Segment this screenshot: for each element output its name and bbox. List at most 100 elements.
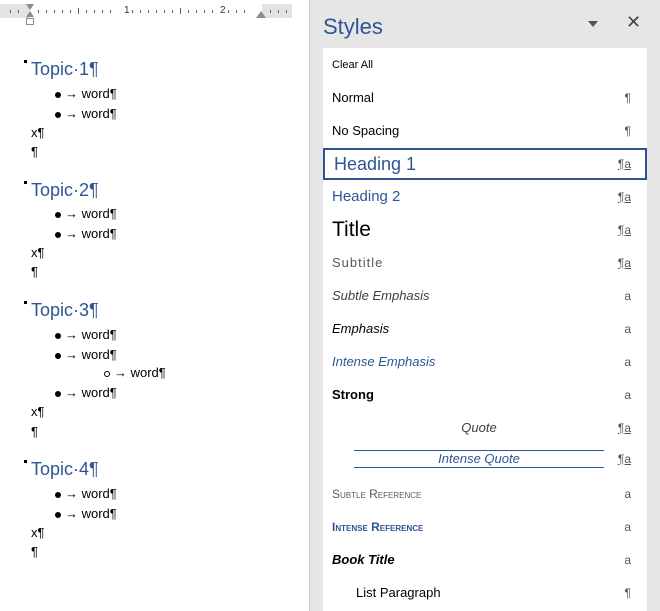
list-item[interactable]: → word¶ [55,106,117,121]
heading-topic[interactable]: Topic·1¶ [31,59,99,80]
list-item[interactable]: → word¶ [55,486,117,501]
list-item[interactable]: → word¶ [55,86,117,101]
ruler-tick [102,10,103,13]
ruler-number-1: 1 [124,5,130,16]
list-item-text: → word¶ [114,365,166,380]
ruler[interactable]: 1 2 [0,4,292,25]
ruler-tick [110,10,111,13]
ruler-tick [10,10,11,13]
list-item[interactable]: → word¶ [55,206,117,221]
ruler-tick [278,10,279,13]
bullet-icon [55,352,61,359]
character-style-icon: a [624,553,631,567]
styles-pane: Styles ✕ Clear All Normal ¶ No Spacing ¶ Head… [309,0,660,611]
paragraph-line[interactable]: x¶ [31,125,44,140]
style-item-title[interactable]: Title ¶a [323,216,647,244]
style-item-heading-1[interactable]: Heading 1 ¶a [323,148,647,180]
style-item-label: Quote [461,420,497,435]
circle-bullet-icon [104,370,110,377]
paragraph-line[interactable]: x¶ [31,525,44,540]
ruler-tick [270,10,271,13]
paragraph-line[interactable]: ¶ [31,264,38,279]
bullet-icon [55,211,61,218]
ruler-number-2: 2 [220,5,226,16]
ruler-tick [180,8,181,14]
style-item-emphasis[interactable]: Emphasis a [323,316,647,342]
style-item-strong[interactable]: Strong a [323,382,647,408]
ruler-tick [196,10,197,13]
ruler-tick [172,10,173,13]
style-item-intense-emphasis[interactable]: Intense Emphasis a [323,349,647,375]
ruler-tick [70,10,71,13]
list-item-text: → word¶ [65,106,117,121]
ruler-tick [78,8,79,14]
style-item-no-spacing[interactable]: No Spacing ¶ [323,118,647,144]
ruler-tick [286,10,287,13]
list-item-text: → word¶ [65,327,117,342]
character-style-icon: a [624,289,631,303]
bullet-icon [55,231,61,238]
style-item-label: Normal [332,90,374,105]
heading-topic[interactable]: Topic·3¶ [31,300,99,321]
style-item-normal[interactable]: Normal ¶ [323,85,647,111]
style-item-subtitle[interactable]: Subtitle ¶a [323,250,647,276]
list-item[interactable]: → word¶ [55,506,117,521]
paragraph-anchor-mark [24,301,27,304]
heading-topic[interactable]: Topic·2¶ [31,180,99,201]
right-indent-marker[interactable] [256,11,266,18]
ruler-tick [62,10,63,13]
style-item-intense-quote[interactable]: Intense Quote ¶a [323,446,647,472]
list-item[interactable]: → word¶ [55,226,117,241]
style-item-quote[interactable]: Quote ¶a [323,415,647,441]
first-line-indent-marker[interactable] [26,4,34,10]
style-item-label: Subtle Reference [332,487,422,501]
pane-options-chevron-down-icon[interactable] [588,21,598,27]
list-item[interactable]: → word¶ [55,327,117,342]
bullet-icon [55,332,61,339]
linked-style-icon: ¶a [617,190,631,204]
character-style-icon: a [624,322,631,336]
character-style-icon: a [624,388,631,402]
list-item[interactable]: → word¶ [55,385,117,400]
paragraph-line[interactable]: x¶ [31,404,44,419]
style-item-label: No Spacing [332,123,400,138]
list-item-text: → word¶ [65,86,117,101]
style-item-label: Strong [332,387,374,402]
list-item[interactable]: → word¶ [55,347,117,362]
paragraph-line[interactable]: ¶ [31,544,38,559]
paragraph-line[interactable]: ¶ [31,424,38,439]
list-item-text: → word¶ [65,486,117,501]
ruler-tick [156,10,157,13]
ruler-tick [228,10,229,13]
character-style-icon: a [624,487,631,501]
document-area[interactable]: 1 2 Topic·1¶ → word¶ → word¶ x¶ ¶ Topic·2¶ → w… [0,0,309,611]
linked-style-icon: ¶a [617,421,631,435]
style-item-subtle-reference[interactable]: Subtle Reference a [323,481,647,507]
style-item-label: Emphasis [332,321,390,336]
ruler-tick [46,10,47,13]
style-item-label: Book Title [332,552,395,567]
style-item-intense-reference[interactable]: Intense Reference a [323,514,647,540]
close-icon[interactable]: ✕ [626,12,641,33]
style-item-clear-all[interactable]: Clear All [323,54,647,76]
list-item[interactable]: → word¶ [104,365,166,380]
list-item-text: → word¶ [65,347,117,362]
hanging-indent-marker[interactable] [26,11,34,17]
ruler-tick [236,10,237,13]
linked-style-icon: ¶a [617,452,631,466]
heading-topic[interactable]: Topic·4¶ [31,459,99,480]
ruler-tick [204,10,205,13]
style-item-heading-2[interactable]: Heading 2 ¶a [323,184,647,210]
style-item-subtle-emphasis[interactable]: Subtle Emphasis a [323,283,647,309]
paragraph-line[interactable]: x¶ [31,245,44,260]
paragraph-line[interactable]: ¶ [31,144,38,159]
style-item-label: Clear All [332,59,373,71]
style-item-book-title[interactable]: Book Title a [323,547,647,573]
style-item-list-paragraph[interactable]: List Paragraph ¶ [323,580,647,606]
bullet-icon [55,390,61,397]
ruler-tick [54,10,55,13]
ruler-tick [244,10,245,13]
intense-quote-border [354,450,604,451]
list-item-text: → word¶ [65,226,117,241]
left-indent-marker[interactable] [26,18,34,25]
